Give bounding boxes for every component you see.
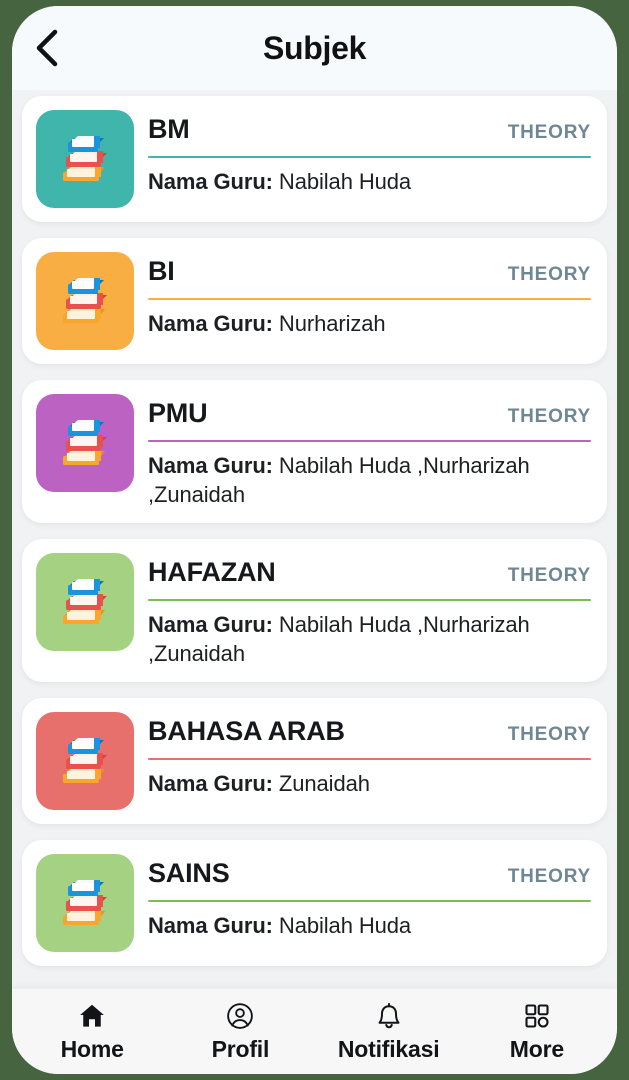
bottom-navigation: Home Profil Notifikasi More	[12, 988, 617, 1074]
subject-card-body: HAFAZAN THEORY Nama Guru: Nabilah Huda ,…	[148, 553, 591, 668]
nav-item-more[interactable]: More	[463, 994, 611, 1063]
subject-type-badge: THEORY	[507, 122, 591, 143]
teacher-line: Nama Guru: Nabilah Huda	[148, 167, 591, 196]
subject-card[interactable]: BM THEORY Nama Guru: Nabilah Huda	[22, 96, 607, 222]
teacher-label: Nama Guru:	[148, 311, 279, 337]
subject-name: BAHASA ARAB	[148, 716, 345, 747]
subject-icon-background	[36, 553, 134, 652]
teacher-names: Nurharizah	[278, 311, 386, 337]
subject-card-header: PMU THEORY	[148, 398, 591, 429]
teacher-label: Nama Guru:	[148, 169, 279, 195]
nav-label-profil: Profil	[211, 1036, 270, 1062]
subject-card-body: SAINS THEORY Nama Guru: Nabilah Huda	[148, 854, 591, 940]
subject-name: SAINS	[148, 858, 230, 889]
subject-icon-background	[36, 110, 134, 208]
subject-type-badge: THEORY	[507, 866, 591, 888]
subject-card-header: HAFAZAN THEORY	[148, 557, 591, 588]
subject-icon-background	[36, 712, 134, 811]
subject-card-body: BM THEORY Nama Guru: Nabilah Huda	[148, 110, 591, 196]
home-icon	[77, 1000, 107, 1032]
chevron-left-icon	[34, 28, 60, 68]
subject-card-body: PMU THEORY Nama Guru: Nabilah Huda ,Nurh…	[148, 394, 591, 509]
teacher-label: Nama Guru:	[148, 771, 279, 797]
back-button[interactable]	[34, 26, 78, 70]
page-title: Subjek	[262, 29, 367, 66]
grid-menu-icon	[523, 1000, 551, 1032]
subject-card-body: BI THEORY Nama Guru: Nurharizah	[148, 252, 591, 338]
app-header: Subjek	[12, 6, 617, 90]
subject-card-header: SAINS THEORY	[148, 858, 591, 889]
teacher-line: Nama Guru: Nabilah Huda ,Nurharizah ,Zun…	[148, 610, 591, 668]
books-stack-icon	[49, 725, 121, 797]
teacher-names: Nabilah Huda	[278, 913, 412, 939]
teacher-line: Nama Guru: Nurharizah	[148, 309, 591, 338]
nav-label-home: Home	[60, 1036, 124, 1062]
app-screen: Subjek BM THEORY Nama Guru: Nabilah Huda…	[12, 6, 617, 1074]
teacher-line: Nama Guru: Nabilah Huda ,Nurharizah ,Zun…	[148, 451, 591, 509]
teacher-label: Nama Guru:	[148, 453, 279, 479]
books-stack-icon	[49, 566, 121, 638]
subject-card-header: BAHASA ARAB THEORY	[148, 716, 591, 747]
teacher-names: Nabilah Huda	[278, 169, 412, 195]
subject-card[interactable]: BI THEORY Nama Guru: Nurharizah	[22, 238, 607, 364]
accent-divider	[148, 440, 591, 443]
nav-label-notifikasi: Notifikasi	[337, 1036, 440, 1062]
subject-type-badge: THEORY	[507, 264, 591, 285]
bell-icon	[374, 1000, 404, 1032]
subject-icon-background	[36, 854, 134, 953]
subject-type-badge: THEORY	[507, 406, 591, 427]
subject-name: HAFAZAN	[148, 557, 276, 588]
accent-divider	[148, 900, 591, 903]
phone-frame: Subjek BM THEORY Nama Guru: Nabilah Huda…	[0, 0, 629, 1080]
nav-item-profil[interactable]: Profil	[166, 994, 314, 1063]
subject-card[interactable]: SAINS THEORY Nama Guru: Nabilah Huda	[22, 840, 607, 967]
subject-type-badge: THEORY	[507, 565, 591, 587]
accent-divider	[148, 758, 591, 761]
user-circle-icon	[225, 1000, 255, 1032]
teacher-line: Nama Guru: Nabilah Huda	[148, 911, 591, 940]
subject-card[interactable]: BAHASA ARAB THEORY Nama Guru: Zunaidah	[22, 698, 607, 825]
teacher-label: Nama Guru:	[148, 612, 279, 638]
teacher-label: Nama Guru:	[148, 913, 279, 939]
books-stack-icon	[49, 407, 121, 479]
accent-divider	[148, 599, 591, 602]
teacher-names: Zunaidah	[278, 771, 370, 797]
subject-card-header: BI THEORY	[148, 256, 591, 287]
accent-divider	[148, 298, 591, 301]
books-stack-icon	[49, 867, 121, 939]
accent-divider	[148, 156, 591, 159]
books-stack-icon	[49, 265, 121, 337]
nav-item-notifikasi[interactable]: Notifikasi	[315, 994, 463, 1063]
subject-icon-background	[36, 252, 134, 350]
subject-name: BM	[148, 114, 190, 144]
subject-card[interactable]: PMU THEORY Nama Guru: Nabilah Huda ,Nurh…	[22, 380, 607, 524]
subject-type-badge: THEORY	[507, 724, 591, 746]
subject-list[interactable]: BM THEORY Nama Guru: Nabilah Huda BI THE…	[12, 90, 617, 988]
subject-card[interactable]: HAFAZAN THEORY Nama Guru: Nabilah Huda ,…	[22, 539, 607, 683]
teacher-line: Nama Guru: Zunaidah	[148, 769, 591, 798]
nav-item-home[interactable]: Home	[18, 994, 166, 1063]
subject-name: BI	[148, 256, 175, 286]
nav-label-more: More	[509, 1036, 564, 1062]
books-stack-icon	[49, 123, 121, 195]
subject-card-header: BM THEORY	[148, 114, 591, 145]
subject-icon-background	[36, 394, 134, 492]
subject-card-body: BAHASA ARAB THEORY Nama Guru: Zunaidah	[148, 712, 591, 798]
subject-name: PMU	[148, 398, 208, 428]
